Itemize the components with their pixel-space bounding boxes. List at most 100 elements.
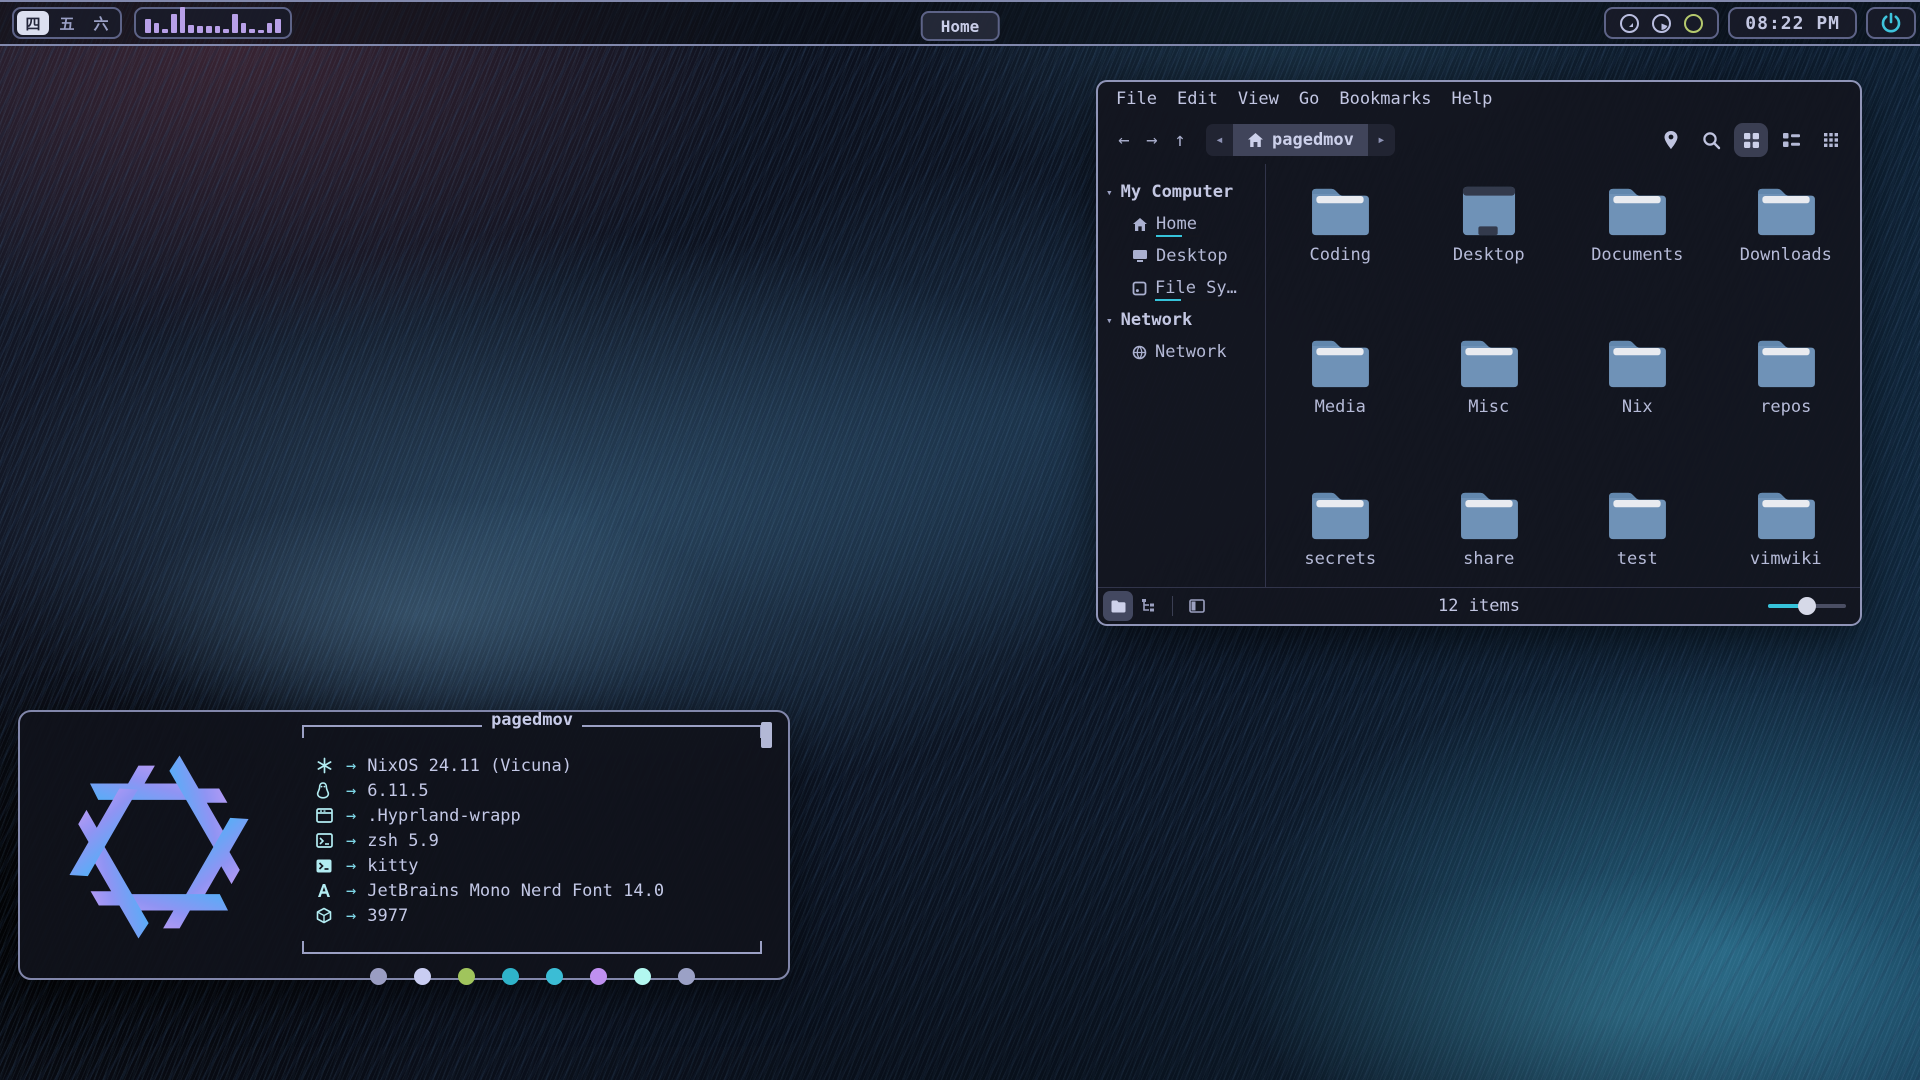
menu-go[interactable]: Go xyxy=(1289,89,1329,109)
sidebar-section-network[interactable]: ▾Network xyxy=(1098,304,1265,336)
power-button[interactable] xyxy=(1866,7,1916,39)
arrow-icon: → xyxy=(346,781,356,801)
sidebar-item-network[interactable]: Network xyxy=(1098,336,1265,368)
terminal-cursor xyxy=(761,722,772,748)
sidebar-item-home[interactable]: Home xyxy=(1098,208,1265,240)
visualizer-bar xyxy=(206,26,212,33)
top-bar-right: 08:22 PM xyxy=(1604,7,1916,39)
menu-bookmarks[interactable]: Bookmarks xyxy=(1329,89,1441,109)
fetch-top-border: pagedmov xyxy=(302,725,762,747)
folder-item[interactable]: Documents xyxy=(1563,184,1712,336)
sidebar-item-desktop[interactable]: Desktop xyxy=(1098,240,1265,272)
visualizer-bar xyxy=(180,7,186,33)
folder-name: Desktop xyxy=(1453,245,1525,265)
status-separator xyxy=(1172,596,1173,616)
menu-view[interactable]: View xyxy=(1228,89,1289,109)
folder-icon xyxy=(1606,488,1668,542)
arrow-icon: → xyxy=(346,831,356,851)
fetch-value: .Hyprland-wrapp xyxy=(367,806,521,826)
terminal-window[interactable]: pagedmov →NixOS 24.11 (Vicuna)→6.11.5→.H… xyxy=(18,710,790,980)
folder-item[interactable]: Desktop xyxy=(1415,184,1564,336)
folder-grid: Coding Desktop Documents Downloads Media Misc… xyxy=(1266,164,1860,587)
visualizer-bar xyxy=(171,14,177,33)
up-button[interactable]: ↑ xyxy=(1166,125,1194,155)
folder-item[interactable]: Media xyxy=(1266,336,1415,488)
fetch-row-packages: → 3977 xyxy=(316,903,762,928)
folder-name: share xyxy=(1463,549,1514,569)
idle-inhibitor-icon[interactable] xyxy=(1619,13,1640,34)
desktop-icon xyxy=(1132,249,1148,263)
arrow-icon: → xyxy=(346,906,356,926)
visualizer-bar xyxy=(275,19,281,33)
folder-icon xyxy=(1458,336,1520,390)
visualizer-bar xyxy=(241,23,247,33)
folder-name: vimwiki xyxy=(1750,549,1822,569)
arrow-icon: → xyxy=(346,856,356,876)
show-places-button[interactable] xyxy=(1103,591,1133,621)
breadcrumb-right-chevron-icon[interactable]: ▸ xyxy=(1368,124,1395,156)
folder-item[interactable]: Misc xyxy=(1415,336,1564,488)
forward-button[interactable]: → xyxy=(1138,125,1166,155)
list-view-button[interactable] xyxy=(1774,123,1808,157)
search-button[interactable] xyxy=(1694,123,1728,157)
slider-handle[interactable] xyxy=(1798,597,1816,615)
sidebar-item-filesy[interactable]: File Sy… xyxy=(1098,272,1265,304)
fetch-value: 3977 xyxy=(367,906,408,926)
fetch-row-shell: →zsh 5.9 xyxy=(316,828,762,853)
fetch-title: pagedmov xyxy=(482,718,582,722)
kernel-icon xyxy=(316,782,338,799)
clock: 08:22 PM xyxy=(1728,7,1857,39)
folder-name: Misc xyxy=(1468,397,1509,417)
status-indicators[interactable] xyxy=(1604,7,1719,39)
fetch-row-wm: → .Hyprland-wrapp xyxy=(316,803,762,828)
file-manager-window: FileEditViewGoBookmarksHelp ← → ↑ ◂ page… xyxy=(1096,80,1862,626)
breadcrumb-current-folder[interactable]: pagedmov xyxy=(1233,124,1368,156)
back-button[interactable]: ← xyxy=(1110,125,1138,155)
visualizer-bar xyxy=(162,29,168,33)
toggle-side-pane-button[interactable] xyxy=(1182,591,1212,621)
folder-icon xyxy=(1606,184,1668,238)
toolbar: ← → ↑ ◂ pagedmov ▸ xyxy=(1098,116,1860,164)
visualizer-bar xyxy=(267,23,273,33)
folder-item[interactable]: repos xyxy=(1712,336,1861,488)
fetch-row-nix: →NixOS 24.11 (Vicuna) xyxy=(316,753,762,778)
home-icon xyxy=(1132,217,1148,232)
night-light-icon[interactable] xyxy=(1651,13,1672,34)
compact-view-button[interactable] xyxy=(1814,123,1848,157)
chevron-down-icon: ▾ xyxy=(1106,186,1113,199)
location-button[interactable] xyxy=(1654,123,1688,157)
arrow-icon: → xyxy=(346,806,356,826)
fetch-value: kitty xyxy=(367,856,418,876)
show-tree-button[interactable] xyxy=(1133,591,1163,621)
breadcrumb: ◂ pagedmov ▸ xyxy=(1206,124,1395,156)
menu-help[interactable]: Help xyxy=(1441,89,1502,109)
nixos-logo xyxy=(56,744,262,950)
workspace-button[interactable]: 六 xyxy=(85,11,117,35)
terminal-color-palette xyxy=(302,968,762,985)
palette-color-dot xyxy=(590,968,607,985)
folder-name: Documents xyxy=(1591,245,1683,265)
workspace-button[interactable]: 五 xyxy=(51,11,83,35)
menu-file[interactable]: File xyxy=(1106,89,1167,109)
file-manager-body: ▾My ComputerHomeDesktopFile Sy…▾NetworkN… xyxy=(1098,164,1860,587)
color-profile-icon[interactable] xyxy=(1683,13,1704,34)
folder-item[interactable]: Nix xyxy=(1563,336,1712,488)
folder-item[interactable]: Coding xyxy=(1266,184,1415,336)
palette-color-dot xyxy=(678,968,695,985)
breadcrumb-left-chevron-icon[interactable]: ◂ xyxy=(1206,124,1233,156)
sidebar-section-my-computer[interactable]: ▾My Computer xyxy=(1098,176,1265,208)
icon-view-button[interactable] xyxy=(1734,123,1768,157)
folder-icon xyxy=(1606,336,1668,390)
status-bar: 12 items xyxy=(1098,587,1860,624)
fastfetch-output: pagedmov →NixOS 24.11 (Vicuna)→6.11.5→.H… xyxy=(302,725,762,985)
top-bar: 四五六 Home 08:22 PM xyxy=(0,0,1920,46)
workspace-button[interactable]: 四 xyxy=(17,11,49,35)
wm-icon xyxy=(316,808,338,823)
icon-size-slider[interactable] xyxy=(1768,604,1846,608)
menu-edit[interactable]: Edit xyxy=(1167,89,1228,109)
folder-item[interactable]: Downloads xyxy=(1712,184,1861,336)
folder-icon xyxy=(1309,336,1371,390)
desktop-icon xyxy=(1458,184,1520,238)
palette-color-dot xyxy=(634,968,651,985)
active-window-title-button[interactable]: Home xyxy=(921,11,1000,41)
